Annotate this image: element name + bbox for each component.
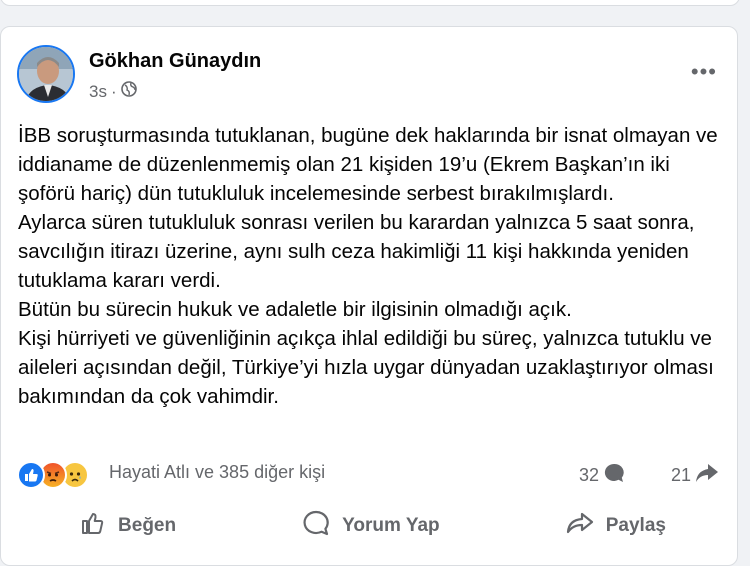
share-button[interactable]: Paylaş [566,511,666,541]
avatar[interactable] [17,45,75,103]
previous-post-card [0,0,740,6]
post-body: İBB soruşturmasında tutuklanan, bugüne d… [18,121,723,411]
post-paragraph-1: İBB soruşturmasında tutuklanan, bugüne d… [18,124,718,205]
post-card: Gökhan Günaydın 3s · ••• İBB soruşturmas… [0,26,738,566]
reactions-bar: Hayati Atlı ve 385 diğer kişi 32 21 [17,459,729,489]
profile-photo [19,47,73,101]
post-paragraph-4: Kişi hürriyeti ve güvenliğinin açıkça ih… [18,327,714,408]
comment-icon [603,462,625,489]
comment-bubble-icon [302,510,330,542]
post-paragraph-2: Aylarca süren tutukluluk sonrası verilen… [18,211,695,292]
share-label: Paylaş [605,515,666,536]
engagement-counts: 32 21 [579,462,719,489]
thumbs-up-icon [80,510,106,542]
post-time[interactable]: 3s [89,82,107,102]
comment-label: Yorum Yap [342,515,440,536]
share-count[interactable]: 21 [671,465,691,486]
like-reaction-icon [17,461,45,489]
comment-button[interactable]: Yorum Yap [302,510,440,542]
action-bar: Beğen Yorum Yap Paylaş [17,507,729,545]
post-paragraph-3: Bütün bu sürecin hukuk ve adaletle bir i… [18,298,572,321]
post-meta: 3s · [89,81,137,102]
globe-icon [120,81,137,102]
post-header: Gökhan Günaydın 3s · ••• [17,45,727,105]
share-arrow-icon [566,511,594,541]
like-label: Beğen [118,515,177,536]
meta-separator: · [110,81,117,101]
comment-count[interactable]: 32 [579,465,599,486]
reaction-icons[interactable] [17,461,89,489]
reaction-summary[interactable]: Hayati Atlı ve 385 diğer kişi [109,462,325,483]
author-name[interactable]: Gökhan Günaydın [89,50,261,73]
like-button[interactable]: Beğen [80,510,176,542]
ellipsis-icon[interactable]: ••• [691,61,717,83]
share-icon [695,462,719,489]
